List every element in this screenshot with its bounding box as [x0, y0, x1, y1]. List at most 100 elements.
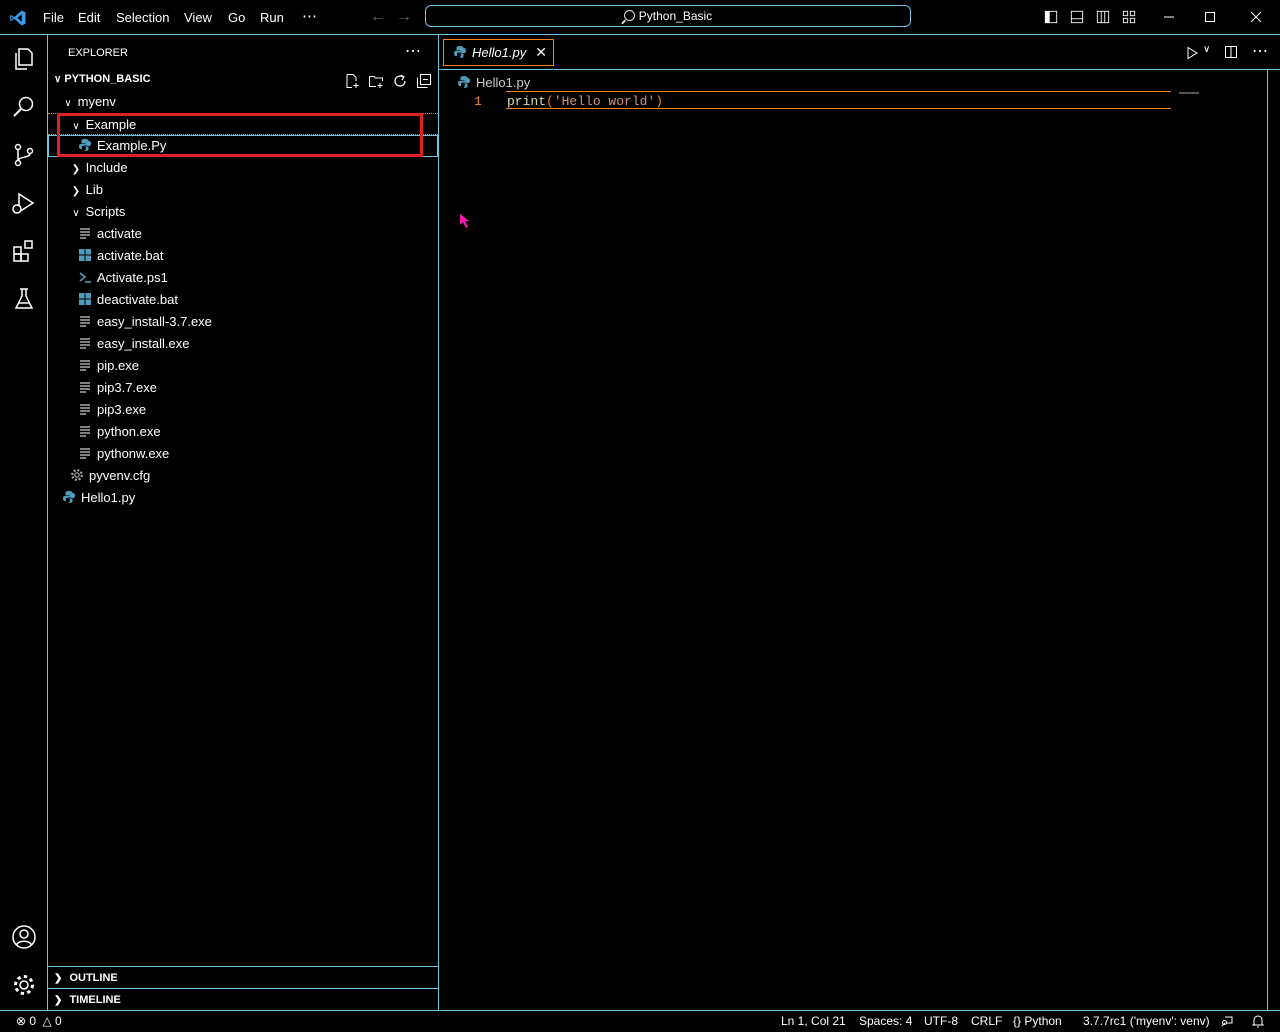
warning-count: 0: [55, 1014, 62, 1028]
accounts-icon[interactable]: [11, 924, 37, 950]
menu-selection[interactable]: Selection: [116, 10, 169, 25]
python-file-icon: [62, 490, 81, 505]
command-center-label: Python_Basic: [638, 9, 713, 23]
collapse-all-icon[interactable]: [416, 73, 432, 89]
workspace-folder-header[interactable]: ∨ PYTHON_BASIC: [54, 73, 151, 85]
explorer-sidebar: EXPLORER ⋯ ∨ PYTHON_BASIC ∨ myenv ∨ Exampl…: [48, 35, 439, 1010]
menu-edit[interactable]: Edit: [78, 10, 100, 25]
tree-item-label: pyvenv.cfg: [89, 468, 151, 483]
editor-more-actions[interactable]: ⋯: [1252, 41, 1268, 61]
tree-item-label: activate.bat: [97, 248, 164, 263]
powershell-file-icon: [78, 270, 97, 285]
chevron-down-icon: ∨: [54, 74, 62, 85]
chevron-right-icon: ❯: [54, 995, 63, 1006]
new-file-icon[interactable]: [344, 73, 360, 89]
tree-item-label: pip3.exe: [97, 402, 147, 417]
maximize-icon[interactable]: [1198, 6, 1222, 28]
testing-icon[interactable]: [11, 286, 37, 312]
toggle-panel-icon[interactable]: [1070, 10, 1084, 24]
menu-go[interactable]: Go: [228, 10, 245, 25]
close-icon[interactable]: ✕: [535, 40, 547, 65]
feedback-icon[interactable]: [1220, 1014, 1234, 1028]
error-icon: ⊗: [16, 1014, 27, 1028]
breadcrumb[interactable]: Hello1.py: [457, 75, 530, 90]
toggle-primary-sidebar-icon[interactable]: [1044, 10, 1058, 24]
vscode-logo-icon: [10, 10, 26, 26]
run-python-file-icon[interactable]: [1185, 46, 1199, 60]
tree-item[interactable]: Hello1.py: [48, 487, 438, 509]
tree-item[interactable]: pyvenv.cfg: [48, 465, 438, 487]
back-arrow-icon[interactable]: ←: [370, 8, 386, 26]
source-control-icon[interactable]: [11, 142, 37, 168]
chevron-right-icon: ❯: [71, 164, 81, 175]
tree-item[interactable]: Activate.ps1: [48, 267, 438, 289]
tree-item[interactable]: pythonw.exe: [48, 443, 438, 465]
end-of-line[interactable]: CRLF: [971, 1011, 1002, 1031]
menu-view[interactable]: View: [184, 10, 212, 25]
tree-item[interactable]: pip3.7.exe: [48, 377, 438, 399]
close-window-icon[interactable]: [1244, 6, 1268, 28]
minimize-icon[interactable]: [1157, 6, 1181, 28]
text-file-icon: [78, 402, 97, 417]
outline-title: OUTLINE: [69, 972, 118, 984]
tree-item[interactable]: activate: [48, 223, 438, 245]
run-debug-icon[interactable]: [11, 190, 37, 216]
refresh-icon[interactable]: [392, 73, 408, 89]
notifications-bell-icon[interactable]: [1251, 1014, 1265, 1028]
menu-file[interactable]: File: [43, 10, 64, 25]
menu-more[interactable]: ⋯: [302, 7, 317, 25]
chevron-down-icon[interactable]: ∨: [1203, 44, 1210, 55]
python-interpreter[interactable]: 3.7.7rc1 ('myenv': venv): [1083, 1011, 1210, 1031]
settings-gear-icon[interactable]: [11, 972, 37, 998]
language-mode[interactable]: {} Python: [1013, 1011, 1062, 1031]
explorer-icon[interactable]: [11, 46, 37, 72]
explorer-more-actions[interactable]: ⋯: [405, 41, 422, 61]
tree-item-label: pip3.7.exe: [97, 380, 157, 395]
line-number: 1: [474, 94, 482, 109]
tree-item[interactable]: ❯ Lib: [48, 179, 438, 201]
tree-item[interactable]: python.exe: [48, 421, 438, 443]
search-icon[interactable]: [11, 94, 37, 120]
tab-hello1[interactable]: Hello1.py ✕: [443, 39, 554, 66]
cursor-position[interactable]: Ln 1, Col 21: [781, 1011, 846, 1031]
tree-item[interactable]: pip.exe: [48, 355, 438, 377]
toggle-secondary-sidebar-icon[interactable]: [1096, 10, 1110, 24]
timeline-section[interactable]: ❯ TIMELINE: [48, 988, 438, 1010]
tree-item[interactable]: ∨ myenv: [48, 91, 438, 113]
breadcrumb-file: Hello1.py: [476, 75, 531, 90]
tree-item-label: easy_install.exe: [97, 336, 190, 351]
code-line-1[interactable]: print('Hello world'): [507, 94, 663, 109]
code-paren-open: (: [546, 94, 554, 109]
minimap-slider[interactable]: [1179, 92, 1199, 94]
tree-item[interactable]: easy_install.exe: [48, 333, 438, 355]
error-count: 0: [29, 1014, 37, 1028]
tree-item[interactable]: ∨ Scripts: [48, 201, 438, 223]
menu-run[interactable]: Run: [260, 10, 284, 25]
problems-indicator[interactable]: ⊗ 0 △ 0: [16, 1011, 62, 1031]
customize-layout-icon[interactable]: [1122, 10, 1136, 24]
encoding[interactable]: UTF-8: [924, 1011, 958, 1031]
tree-item[interactable]: deactivate.bat: [48, 289, 438, 311]
mouse-cursor-icon: [460, 214, 469, 228]
extensions-icon[interactable]: [11, 238, 37, 264]
split-editor-icon[interactable]: [1224, 45, 1238, 59]
gear-icon: [70, 468, 89, 483]
tree-item[interactable]: pip3.exe: [48, 399, 438, 421]
outline-section[interactable]: ❯ OUTLINE: [48, 966, 438, 988]
status-bar: ⊗ 0 △ 0 Ln 1, Col 21 Spaces: 4 UTF-8 CRL…: [0, 1010, 1280, 1032]
tree-item[interactable]: activate.bat: [48, 245, 438, 267]
tree-item-label: Hello1.py: [81, 490, 136, 505]
indentation[interactable]: Spaces: 4: [859, 1011, 912, 1031]
language-label: Python: [1024, 1014, 1062, 1028]
command-center[interactable]: Python_Basic: [425, 5, 911, 27]
tree-item-label: deactivate.bat: [97, 292, 178, 307]
warning-icon: △: [42, 1014, 52, 1028]
braces-icon: {}: [1013, 1014, 1022, 1028]
tree-item-label: easy_install-3.7.exe: [97, 314, 212, 329]
tree-item[interactable]: easy_install-3.7.exe: [48, 311, 438, 333]
tree-item[interactable]: ❯ Include: [48, 157, 438, 179]
code-paren-close: ): [655, 94, 664, 109]
new-folder-icon[interactable]: [368, 73, 384, 89]
forward-arrow-icon[interactable]: →: [396, 8, 412, 26]
tree-item-label: Lib: [85, 182, 103, 197]
